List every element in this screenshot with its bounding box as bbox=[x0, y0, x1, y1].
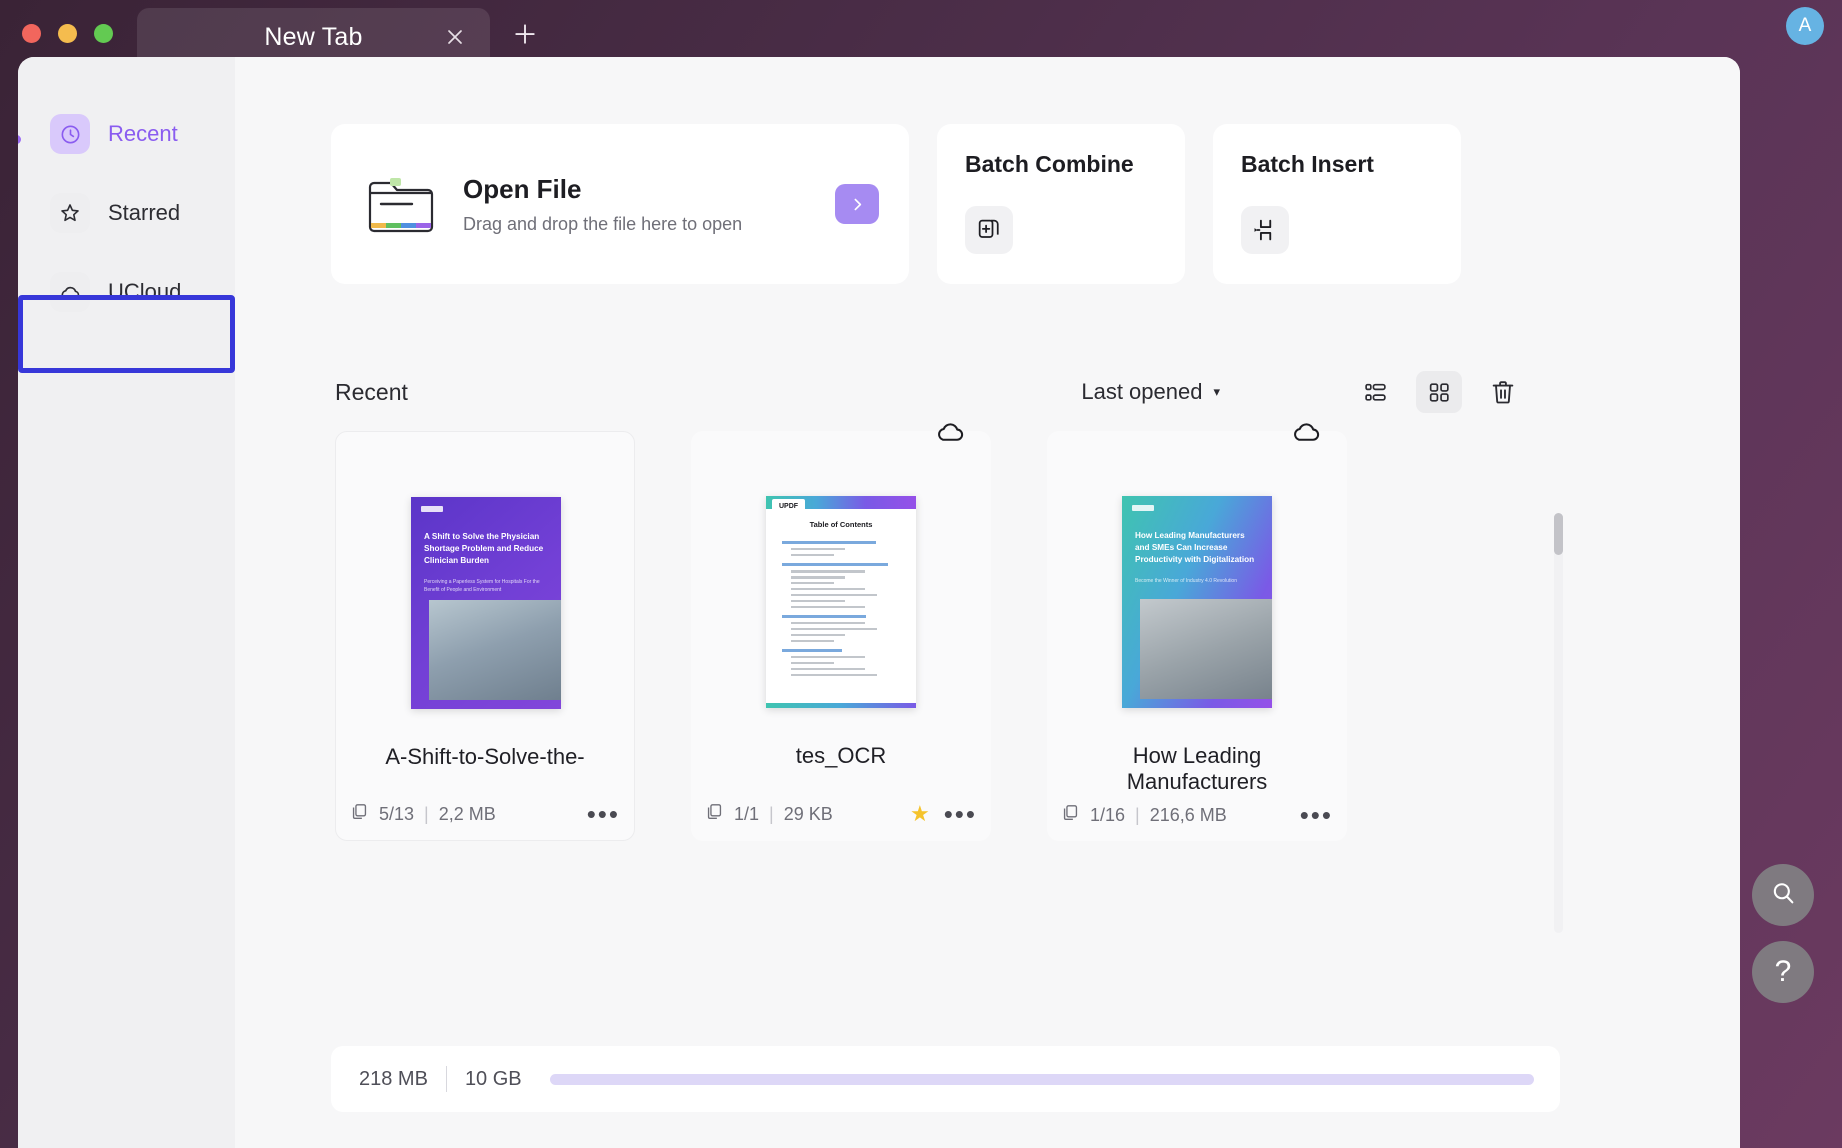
thumb-title: How Leading Manufacturers and SMEs Can I… bbox=[1135, 531, 1255, 564]
storage-used: 218 MB bbox=[359, 1067, 428, 1090]
thumb-title: Table of Contents bbox=[809, 520, 873, 529]
tab-title: New Tab bbox=[264, 22, 363, 51]
minimize-window-button[interactable] bbox=[58, 23, 77, 43]
sidebar: Recent Starred UCloud bbox=[18, 57, 235, 1148]
file-thumbnail: UPDF Table of Contents bbox=[691, 467, 991, 737]
storage-total: 10 GB bbox=[464, 1067, 522, 1090]
meta-separator: | bbox=[424, 803, 429, 824]
combine-pages-icon bbox=[965, 206, 1013, 254]
search-icon bbox=[1769, 879, 1797, 912]
quick-actions-row: Open File Drag and drop the file here to… bbox=[235, 57, 1740, 284]
batch-combine-card[interactable]: Batch Combine bbox=[937, 124, 1185, 284]
trash-icon[interactable] bbox=[1480, 371, 1526, 413]
plus-icon[interactable] bbox=[505, 14, 545, 54]
sidebar-item-label: Recent bbox=[108, 121, 178, 146]
file-size: 216,6 MB bbox=[1149, 804, 1227, 825]
page-title: Recent bbox=[335, 378, 408, 405]
file-meta: 5/13 | 2,2 MB ••• bbox=[350, 800, 620, 827]
sidebar-item-ucloud[interactable]: UCloud bbox=[50, 263, 219, 321]
file-pages: 1/1 bbox=[734, 803, 760, 824]
file-pages: 5/13 bbox=[379, 803, 415, 824]
file-name: A-Shift-to-Solve-the- bbox=[385, 744, 585, 769]
batch-insert-title: Batch Insert bbox=[1241, 151, 1374, 177]
thumb-title: A Shift to Solve the Physician Shortage … bbox=[424, 532, 544, 565]
divider bbox=[445, 1066, 447, 1092]
file-meta: 1/16 | 216,6 MB ••• bbox=[1061, 801, 1333, 828]
file-options-button[interactable]: ••• bbox=[944, 800, 977, 827]
storage-progress-track bbox=[549, 1073, 1534, 1085]
thumb-subtitle: Become the Winner of Industry 4.0 Revolu… bbox=[1135, 578, 1237, 584]
maximize-window-button[interactable] bbox=[94, 23, 113, 43]
thumb-subtitle: Perceiving a Paperless System for Hospit… bbox=[424, 579, 540, 593]
sidebar-indicator-dot bbox=[18, 135, 21, 144]
sidebar-item-label: UCloud bbox=[108, 279, 182, 304]
file-meta: 1/1 | 29 KB ★ ••• bbox=[705, 800, 977, 827]
file-options-button[interactable]: ••• bbox=[1300, 801, 1333, 828]
chevron-down-icon: ▾ bbox=[1213, 384, 1220, 399]
window-controls bbox=[22, 23, 113, 43]
file-thumbnail: A Shift to Solve the Physician Shortage … bbox=[336, 468, 636, 738]
scrollbar-thumb[interactable] bbox=[1554, 513, 1563, 555]
meta-separator: | bbox=[1135, 804, 1140, 825]
file-size: 2,2 MB bbox=[438, 803, 496, 824]
folder-icon bbox=[365, 173, 437, 235]
open-file-title: Open File bbox=[463, 173, 582, 204]
file-size: 29 KB bbox=[783, 803, 833, 824]
file-card[interactable]: UPDF Table of Contents tes_OCR 1/1 | 29 … bbox=[691, 423, 991, 841]
pages-icon bbox=[350, 802, 369, 826]
clock-icon bbox=[50, 114, 90, 154]
open-file-subtitle: Drag and drop the file here to open bbox=[463, 213, 743, 234]
batch-combine-title: Batch Combine bbox=[965, 151, 1134, 177]
recent-panel: Recent Last opened ▾ A Shift to Solve th… bbox=[331, 353, 1563, 933]
close-window-button[interactable] bbox=[22, 23, 41, 43]
close-icon[interactable] bbox=[442, 24, 468, 50]
list-view-icon[interactable] bbox=[1352, 371, 1398, 413]
sidebar-item-starred[interactable]: Starred bbox=[50, 184, 219, 242]
help-fab[interactable]: ? bbox=[1752, 941, 1814, 1003]
scrollbar[interactable] bbox=[1554, 513, 1563, 933]
star-icon[interactable]: ★ bbox=[910, 801, 930, 827]
file-card[interactable]: A Shift to Solve the Physician Shortage … bbox=[335, 431, 635, 841]
star-icon bbox=[50, 193, 90, 233]
pages-icon bbox=[1061, 803, 1080, 827]
sort-dropdown[interactable]: Last opened ▾ bbox=[1081, 379, 1220, 405]
cloud-icon bbox=[1289, 415, 1325, 452]
main-content: Open File Drag and drop the file here to… bbox=[235, 57, 1740, 1148]
avatar-initial: A bbox=[1798, 15, 1812, 36]
meta-separator: | bbox=[769, 803, 774, 824]
file-card[interactable]: How Leading Manufacturers and SMEs Can I… bbox=[1047, 423, 1347, 841]
thumb-badge: UPDF bbox=[772, 499, 805, 513]
app-window: Recent Starred UCloud Open File Drag and… bbox=[18, 57, 1740, 1148]
chevron-right-icon[interactable] bbox=[835, 184, 879, 224]
question-mark-icon: ? bbox=[1774, 955, 1792, 988]
view-controls bbox=[1352, 371, 1526, 413]
file-name: tes_OCR bbox=[795, 743, 887, 768]
sort-label: Last opened bbox=[1081, 379, 1203, 404]
file-grid: A Shift to Solve the Physician Shortage … bbox=[331, 423, 1563, 933]
file-options-button[interactable]: ••• bbox=[587, 800, 620, 827]
insert-pages-icon bbox=[1241, 206, 1289, 254]
batch-insert-card[interactable]: Batch Insert bbox=[1213, 124, 1461, 284]
storage-bar: 218 MB 10 GB bbox=[331, 1046, 1560, 1112]
search-fab[interactable] bbox=[1752, 864, 1814, 926]
avatar[interactable]: A bbox=[1786, 7, 1824, 45]
cloud-icon bbox=[50, 272, 90, 312]
file-name: How Leading Manufacturers bbox=[1126, 743, 1268, 794]
pages-icon bbox=[705, 802, 724, 826]
sidebar-item-recent[interactable]: Recent bbox=[50, 105, 219, 163]
cloud-icon bbox=[933, 415, 969, 452]
sidebar-item-label: Starred bbox=[108, 200, 181, 225]
file-thumbnail: How Leading Manufacturers and SMEs Can I… bbox=[1047, 467, 1347, 737]
grid-view-icon[interactable] bbox=[1416, 371, 1462, 413]
file-pages: 1/16 bbox=[1090, 804, 1126, 825]
open-file-card[interactable]: Open File Drag and drop the file here to… bbox=[331, 124, 909, 284]
